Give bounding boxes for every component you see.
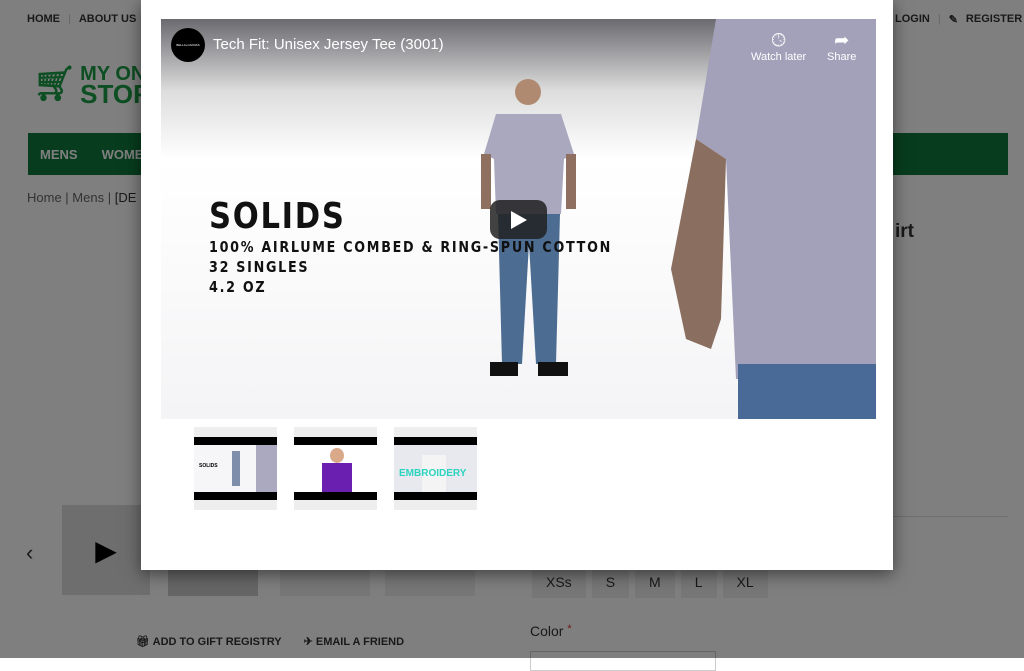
overlay-line: 4.2 OZ [209,278,267,296]
overlay-line: 32 SINGLES [209,258,310,276]
video-thumbnail[interactable]: EMBROIDERY [394,427,477,510]
watch-later-button[interactable]: 🕓︎ Watch later [751,29,806,63]
watch-later-label: Watch later [751,51,807,63]
overlay-line: 100% AIRLUME COMBED & RING-SPUN COTTON [209,238,612,256]
video-thumbnail[interactable]: SOLIDS [194,427,277,510]
play-button[interactable] [490,200,547,239]
clock-icon: 🕓︎ [771,30,786,50]
overlay-heading: SOLIDS [209,196,346,237]
video-thumbnail[interactable] [294,427,377,510]
video-title[interactable]: Tech Fit: Unisex Jersey Tee (3001) [213,36,444,53]
play-icon [510,210,527,229]
share-button[interactable]: ➦ Share [827,29,856,63]
video-overlay-text: SOLIDS 100% AIRLUME COMBED & RING-SPUN C… [209,197,683,297]
channel-avatar[interactable]: BELLA+CANVAS [171,28,205,62]
video-player[interactable]: BELLA+CANVAS Tech Fit: Unisex Jersey Tee… [161,19,876,419]
share-icon: ➦ [834,30,850,50]
model-closeup [671,19,876,419]
video-modal: BELLA+CANVAS Tech Fit: Unisex Jersey Tee… [141,0,893,570]
share-label: Share [827,51,857,63]
thumb-caption: EMBROIDERY [399,468,467,479]
thumb-caption: SOLIDS [199,463,218,469]
